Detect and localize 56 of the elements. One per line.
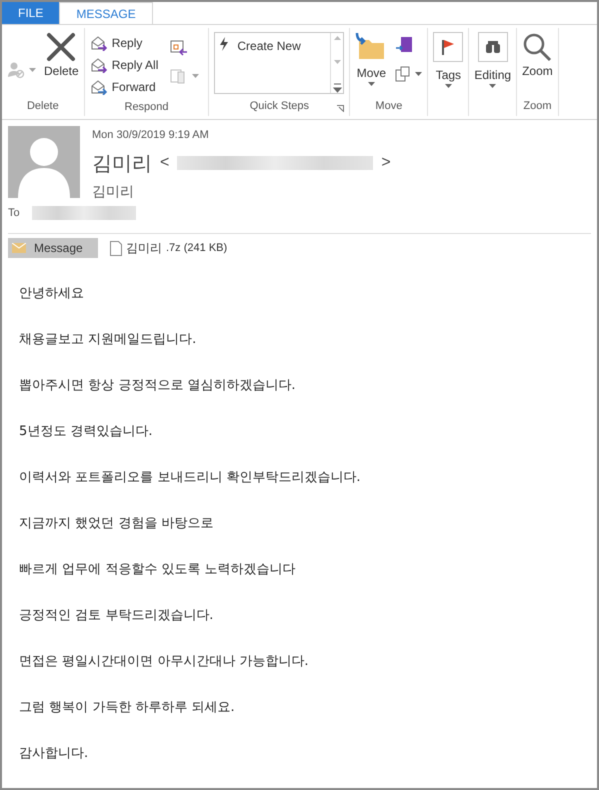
flag-icon bbox=[440, 38, 456, 56]
bracket-text: < bbox=[160, 152, 170, 172]
caret-icon bbox=[192, 74, 200, 78]
body-paragraph: 채용글보고 지원메일드립니다. bbox=[19, 331, 198, 349]
caret-icon bbox=[368, 82, 375, 86]
caret-icon bbox=[444, 84, 452, 88]
dialog-launcher-icon[interactable] bbox=[337, 105, 344, 112]
body-paragraph: 긍정적인 검토 부탁드리겠습니다. bbox=[19, 607, 214, 625]
group-label: Respond bbox=[124, 100, 169, 115]
group-label: Delete bbox=[26, 98, 59, 114]
caret-icon bbox=[415, 72, 422, 76]
expand-gallery-icon[interactable] bbox=[332, 81, 342, 93]
forward-button[interactable]: Forward bbox=[90, 76, 158, 98]
body-paragraph: 면접은 평일시간대이면 아무시간대나 가능합니다. bbox=[19, 653, 310, 671]
bracket-text: > bbox=[381, 152, 391, 172]
group-label: Move bbox=[375, 98, 402, 114]
body-paragraph: 빠르게 업무에 적응할수 있도록 노력하겠습니다 bbox=[19, 561, 297, 579]
message-date: Mon 30/9/2019 9:19 AM bbox=[92, 128, 210, 143]
rules-button[interactable] bbox=[395, 66, 422, 82]
group-label: Quick Steps bbox=[250, 98, 310, 114]
envelope-icon bbox=[12, 243, 26, 253]
delete-button[interactable]: Delete bbox=[44, 32, 79, 96]
reply-button[interactable]: Reply bbox=[90, 32, 158, 54]
editing-button[interactable]: Editing bbox=[474, 32, 512, 96]
move-button[interactable]: Move bbox=[355, 32, 388, 96]
sender-name: 김미리 bbox=[92, 150, 152, 176]
envelope-arrow-icon bbox=[90, 57, 108, 73]
body-paragraph: 감사합니다. bbox=[19, 745, 90, 763]
body-paragraph: 지금까지 했었던 경험을 바탕으로 bbox=[19, 515, 214, 533]
envelope-arrow-icon bbox=[90, 35, 108, 51]
body-paragraph: 이력서와 포트폴리오를 보내드리니 확인부탁드리겠습니다. bbox=[19, 469, 362, 487]
ribbon-tab[interactable]: FILE bbox=[2, 2, 60, 24]
binoculars-icon bbox=[484, 40, 502, 54]
close-icon bbox=[46, 32, 76, 62]
more-respond-button[interactable] bbox=[170, 68, 200, 84]
caret-icon bbox=[489, 84, 496, 88]
body-paragraph: 뽑아주시면 항상 긍정적으로 열심히하겠습니다. bbox=[19, 377, 297, 395]
body-paragraph: 그럼 행복이 가득한 하루하루 되세요. bbox=[19, 699, 236, 717]
reply-all-button[interactable]: Reply All bbox=[90, 54, 158, 76]
tags-button[interactable]: Tags bbox=[433, 32, 464, 96]
person-block-icon bbox=[7, 61, 25, 79]
zoom-button[interactable]: Zoom bbox=[522, 32, 553, 96]
document-icon bbox=[110, 240, 122, 256]
body-paragraph: 5년정도 경력있습니다. bbox=[19, 423, 154, 441]
caret-icon bbox=[29, 68, 36, 72]
create-new-button[interactable]: Create New bbox=[215, 33, 330, 93]
group-label: Zoom bbox=[523, 98, 552, 114]
lightning-icon bbox=[219, 37, 230, 51]
ribbon-tab[interactable]: MESSAGE bbox=[59, 2, 153, 24]
message-attachment[interactable]: Message bbox=[8, 238, 98, 258]
sender-display-name: 김미리 bbox=[92, 182, 135, 202]
meeting-reply-icon[interactable] bbox=[170, 40, 188, 56]
to-label: To bbox=[8, 206, 20, 220]
envelope-arrow-icon bbox=[90, 79, 108, 95]
body-paragraph: 안녕하세요 bbox=[19, 285, 85, 303]
magnifier-icon bbox=[522, 32, 552, 62]
